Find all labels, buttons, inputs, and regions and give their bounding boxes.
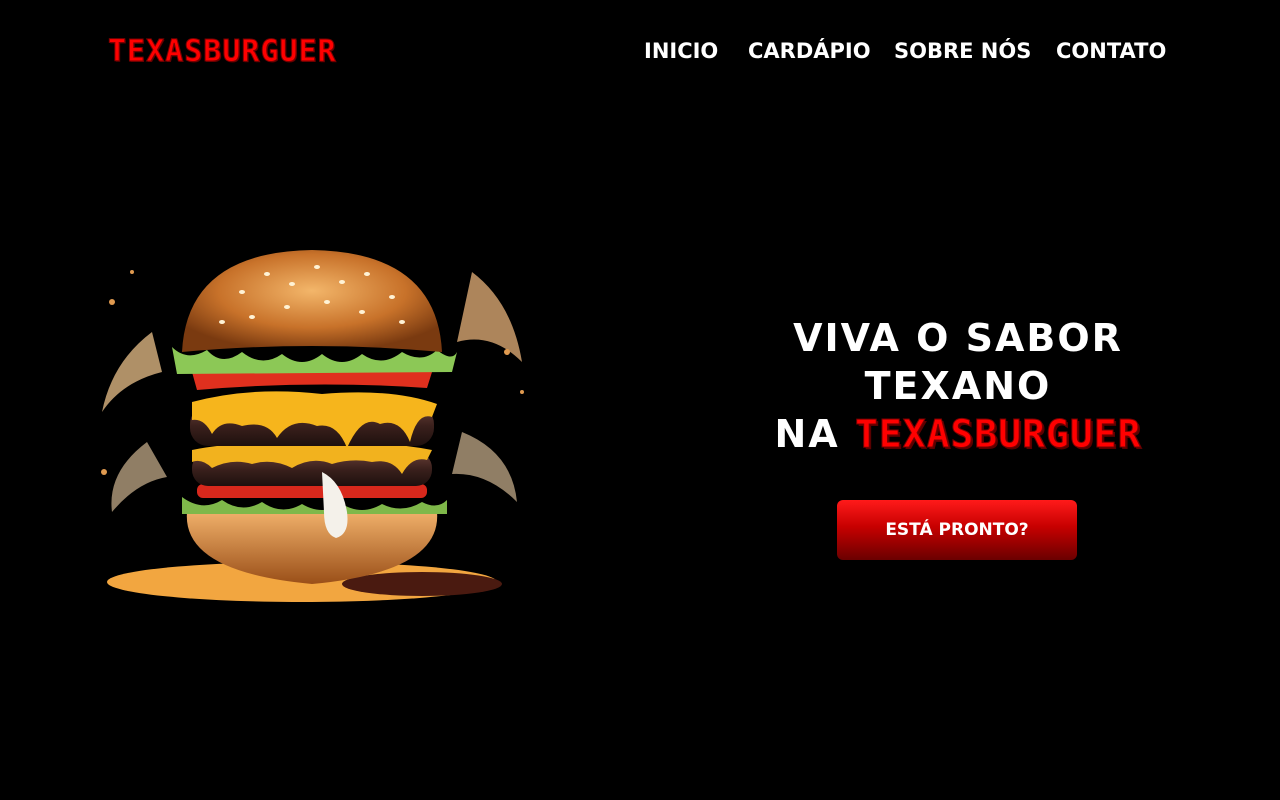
nav-link-inicio[interactable]: INICIO xyxy=(644,36,718,66)
nav-link-sobre-nos[interactable]: SOBRE NÓS xyxy=(894,36,1031,66)
hero-title-line-2: TEXANO xyxy=(864,364,1052,408)
nav-link-contato[interactable]: CONTATO xyxy=(1056,36,1166,66)
hero-title-prefix: NA xyxy=(774,412,840,456)
hero-title-line-3: NA TEXASBURGUER xyxy=(700,410,1216,458)
burger-image xyxy=(92,212,532,612)
cta-button[interactable]: ESTÁ PRONTO? xyxy=(837,500,1077,560)
main-nav: INICIO CARDÁPIO SOBRE NÓS CONTATO xyxy=(0,36,1280,66)
hero-title-line-1: VIVA O SABOR xyxy=(793,316,1123,360)
hero-brand-name: TEXASBURGUER xyxy=(854,412,1142,457)
burger-illustration xyxy=(101,250,524,602)
nav-link-cardapio[interactable]: CARDÁPIO xyxy=(748,36,871,66)
hero-section: VIVA O SABOR TEXANO NA TEXASBURGUER xyxy=(700,314,1216,458)
